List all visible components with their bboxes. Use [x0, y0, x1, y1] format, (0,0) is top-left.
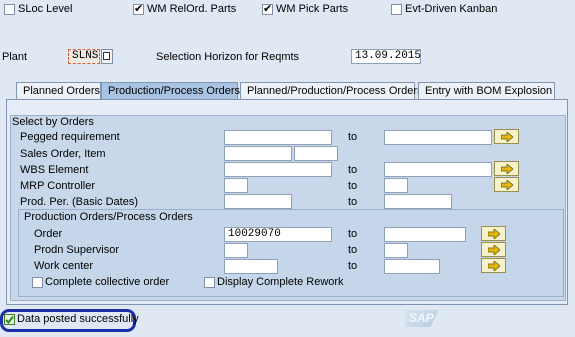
to-label: to: [348, 228, 358, 240]
evt-driven-kanban-checkbox[interactable]: [391, 4, 402, 15]
wm-relord-parts-label: WM RelOrd. Parts: [147, 3, 237, 15]
pegged-requirement-label: Pegged requirement: [20, 131, 120, 143]
sap-logo: SAP: [405, 310, 439, 327]
status-message: Data posted successfully: [17, 313, 139, 325]
sales-order-label: Sales Order, Item: [20, 148, 106, 160]
sloc-level-checkbox[interactable]: [4, 4, 15, 15]
horizon-input[interactable]: 13.09.2015: [351, 49, 421, 64]
sales-order-input[interactable]: [224, 146, 292, 161]
arrow-right-icon: [501, 164, 513, 174]
work-center-to-input[interactable]: [384, 259, 440, 274]
mrp-controller-to-input[interactable]: [384, 178, 408, 193]
to-label: to: [348, 244, 358, 256]
prod-period-from-input[interactable]: [224, 194, 292, 209]
wbs-element-to-input[interactable]: [384, 162, 492, 177]
display-complete-rework-label: Display Complete Rework: [217, 276, 344, 288]
to-label: to: [348, 180, 358, 192]
prodn-supervisor-from-input[interactable]: [224, 243, 248, 258]
arrow-right-icon: [501, 180, 513, 190]
multiple-selection-button[interactable]: [481, 258, 506, 273]
value-help-icon[interactable]: [101, 49, 113, 64]
arrow-right-icon: [488, 229, 500, 239]
multiple-selection-button[interactable]: [481, 226, 506, 241]
to-label: to: [348, 196, 358, 208]
wm-relord-parts-checkbox[interactable]: [133, 2, 144, 15]
prod-period-to-input[interactable]: [384, 194, 452, 209]
multiple-selection-button[interactable]: [494, 129, 519, 144]
sales-order-item-input[interactable]: [294, 146, 338, 161]
production-orders-title: Production Orders/Process Orders: [24, 211, 193, 223]
wbs-element-label: WBS Element: [20, 164, 89, 176]
tab-entry-with-bom-explosion[interactable]: Entry with BOM Explosion: [418, 82, 555, 99]
to-label: to: [348, 164, 358, 176]
wbs-element-from-input[interactable]: [224, 162, 332, 177]
order-label: Order: [34, 228, 63, 240]
work-center-from-input[interactable]: [224, 259, 278, 274]
sap-logo-text: SAP: [409, 311, 434, 325]
plant-label: Plant: [2, 51, 28, 63]
tab-planned-production-process-orders[interactable]: Planned/Production/Process Orders: [240, 82, 422, 99]
multiple-selection-button[interactable]: [494, 177, 519, 192]
horizon-label: Selection Horizon for Reqmts: [156, 51, 300, 63]
multiple-selection-button[interactable]: [494, 161, 519, 176]
plant-input[interactable]: SLNS: [68, 49, 100, 64]
select-by-orders-title: Select by Orders: [12, 116, 94, 128]
to-label: to: [348, 131, 358, 143]
order-from-input[interactable]: 10029070: [224, 227, 332, 242]
prod-period-label: Prod. Per. (Basic Dates): [20, 196, 138, 208]
prodn-supervisor-label: Prodn Supervisor: [34, 244, 119, 256]
pegged-requirement-from-input[interactable]: [224, 130, 332, 145]
multiple-selection-button[interactable]: [481, 242, 506, 257]
complete-collective-order-label: Complete collective order: [45, 276, 170, 288]
arrow-right-icon: [488, 245, 500, 255]
display-complete-rework-checkbox[interactable]: [204, 277, 215, 288]
wm-pick-parts-checkbox[interactable]: [262, 2, 273, 15]
pegged-requirement-to-input[interactable]: [384, 130, 492, 145]
tab-strip: Planned Orders Production/Process Orders…: [0, 82, 575, 99]
tab-production-process-orders[interactable]: Production/Process Orders: [101, 82, 240, 99]
wm-pick-parts-label: WM Pick Parts: [276, 3, 349, 15]
arrow-right-icon: [488, 261, 500, 271]
prodn-supervisor-to-input[interactable]: [384, 243, 408, 258]
mrp-controller-label: MRP Controller: [20, 180, 95, 192]
complete-collective-order-checkbox[interactable]: [32, 277, 43, 288]
arrow-right-icon: [501, 132, 513, 142]
mrp-controller-from-input[interactable]: [224, 178, 248, 193]
success-check-icon: [4, 314, 15, 325]
order-to-input[interactable]: [384, 227, 466, 242]
work-center-label: Work center: [34, 260, 94, 272]
to-label: to: [348, 260, 358, 272]
evt-driven-kanban-label: Evt-Driven Kanban: [405, 3, 498, 15]
tab-planned-orders[interactable]: Planned Orders: [16, 82, 101, 99]
sloc-level-label: SLoc Level: [18, 3, 73, 15]
